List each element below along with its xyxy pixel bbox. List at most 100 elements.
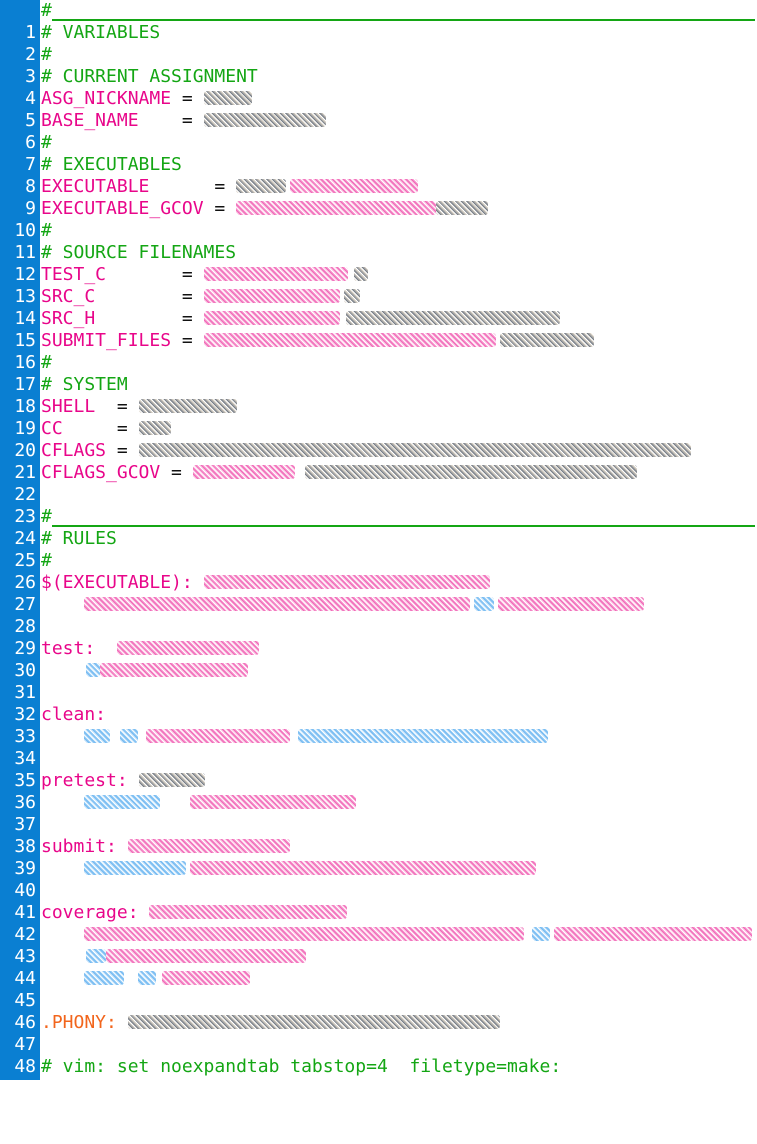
code-line-23: 23: [0, 484, 757, 527]
redacted-value: [190, 860, 536, 875]
comment-separator-line: [52, 19, 755, 21]
code-line-16: 16 SUBMIT_FILES =: [0, 330, 757, 373]
redacted-value: [138, 970, 156, 985]
assignment: CC =: [41, 418, 171, 440]
code-line-24: 24 #: [0, 506, 757, 549]
assign-operator: =: [138, 110, 204, 131]
code-line-25: 25 # RULES: [0, 528, 757, 571]
code-line-18: 18 # SYSTEM: [0, 374, 757, 417]
code-line-38: 38: [0, 814, 757, 857]
redacted-value: [146, 728, 290, 743]
assignment: BASE_NAME =: [41, 110, 326, 132]
variable-name: SRC_H: [41, 308, 96, 329]
redacted-value: [138, 420, 171, 435]
comment: #: [41, 506, 52, 527]
section-comment: # VARIABLES: [41, 22, 161, 43]
code-line-10: 10 EXECUTABLE_GCOV =: [0, 198, 757, 241]
variable-name: ASG_NICKNAME: [41, 88, 172, 109]
assign-operator: =: [149, 176, 237, 197]
redacted-value: [353, 266, 368, 281]
redacted-value: [138, 772, 205, 787]
redacted-value: [84, 596, 470, 611]
code-line-2: 2 # VARIABLES: [0, 22, 757, 65]
redacted-value: [162, 970, 250, 985]
redacted-value: [304, 464, 637, 479]
code-line-22: 22 CFLAGS_GCOV =: [0, 462, 757, 505]
code-line-47: 47 .PHONY:: [0, 1012, 757, 1055]
redacted-value: [499, 332, 594, 347]
code-editor[interactable]: 1 # 2 # VARIABLES 3 # 4 # CURRENT ASSIGN…: [0, 0, 757, 1099]
code-line-34: 34: [0, 726, 757, 769]
assignment: SUBMIT_FILES =: [41, 330, 594, 352]
variable-name: CFLAGS: [41, 440, 107, 461]
code-line-42: 42 coverage:: [0, 902, 757, 945]
redacted-value: [149, 904, 348, 919]
assignment: SRC_H =: [41, 308, 560, 330]
variable-name: CFLAGS_GCOV: [41, 462, 161, 483]
code-line-7: 7 #: [0, 132, 757, 175]
assign-operator: =: [95, 308, 204, 329]
variable-name: EXECUTABLE_GCOV: [41, 198, 204, 219]
code-line-19: 19 SHELL =: [0, 396, 757, 439]
redacted-value: [84, 728, 110, 743]
redacted-value: [532, 926, 550, 941]
redacted-value: [498, 596, 644, 611]
rule-definition: $(EXECUTABLE):: [41, 572, 490, 594]
assign-operator: =: [62, 418, 139, 439]
vim-modeline: # vim: set noexpandtab tabstop=4 filetyp…: [41, 1056, 562, 1077]
code-line-35: 35: [0, 748, 757, 791]
rule-definition: pretest:: [41, 770, 205, 792]
variable-name: SRC_C: [41, 286, 96, 307]
redacted-value: [120, 728, 138, 743]
line-number: 49: [14, 1078, 36, 1099]
section-comment: # RULES: [41, 528, 117, 549]
recipe-line: [84, 594, 644, 616]
code-line-43: 43: [0, 924, 757, 967]
variable-name: EXECUTABLE: [41, 176, 150, 197]
code-line-49: 49 # vim: set noexpandtab tabstop=4 file…: [0, 1056, 757, 1099]
recipe-line: [84, 726, 548, 748]
redacted-value: [138, 442, 691, 457]
assignment: CFLAGS =: [41, 440, 691, 462]
recipe-line: [84, 792, 356, 814]
assign-operator: =: [95, 286, 204, 307]
comment: #: [41, 0, 52, 21]
rule-definition: test:: [41, 638, 259, 660]
assignment: SRC_C =: [41, 286, 360, 308]
code-line-13: 13 TEST_C =: [0, 264, 757, 307]
code-line-15: 15 SRC_H =: [0, 308, 757, 351]
code-line-36: 36 pretest:: [0, 770, 757, 813]
code-line-28: 28: [0, 594, 757, 637]
assignment: EXECUTABLE_GCOV =: [41, 198, 489, 220]
comment: #: [41, 220, 52, 241]
section-comment: # CURRENT ASSIGNMENT: [41, 66, 258, 87]
comment-separator-line: [52, 525, 755, 527]
assignment: CFLAGS_GCOV =: [41, 462, 637, 484]
rule-definition: clean:: [41, 704, 106, 726]
assignment: SHELL =: [41, 396, 237, 418]
rule-target: $(EXECUTABLE):: [41, 572, 193, 593]
variable-name: SUBMIT_FILES: [41, 330, 172, 351]
code-line-37: 37: [0, 792, 757, 835]
redacted-value: [84, 970, 124, 985]
code-line-1: 1 #: [0, 0, 757, 43]
redacted-value: [127, 838, 290, 853]
redacted-value: [290, 178, 419, 193]
redacted-value: [554, 926, 752, 941]
code-line-30: 30 test:: [0, 638, 757, 681]
rule-target: coverage:: [41, 902, 139, 923]
section-comment: # SYSTEM: [41, 374, 128, 395]
assign-operator: =: [171, 88, 204, 109]
code-line-45: 45: [0, 968, 757, 1011]
redacted-value: [100, 662, 248, 677]
code-line-44: 44: [0, 946, 757, 989]
section-comment: # EXECUTABLES: [41, 154, 182, 175]
code-line-5: 5 ASG_NICKNAME =: [0, 88, 757, 131]
redacted-value: [236, 200, 437, 215]
comment: #: [41, 550, 52, 571]
recipe-line: [84, 858, 536, 880]
redacted-value: [345, 310, 560, 325]
rule-target: clean:: [41, 704, 107, 725]
redacted-value: [86, 662, 100, 677]
code-line-33: 33 clean:: [0, 704, 757, 747]
